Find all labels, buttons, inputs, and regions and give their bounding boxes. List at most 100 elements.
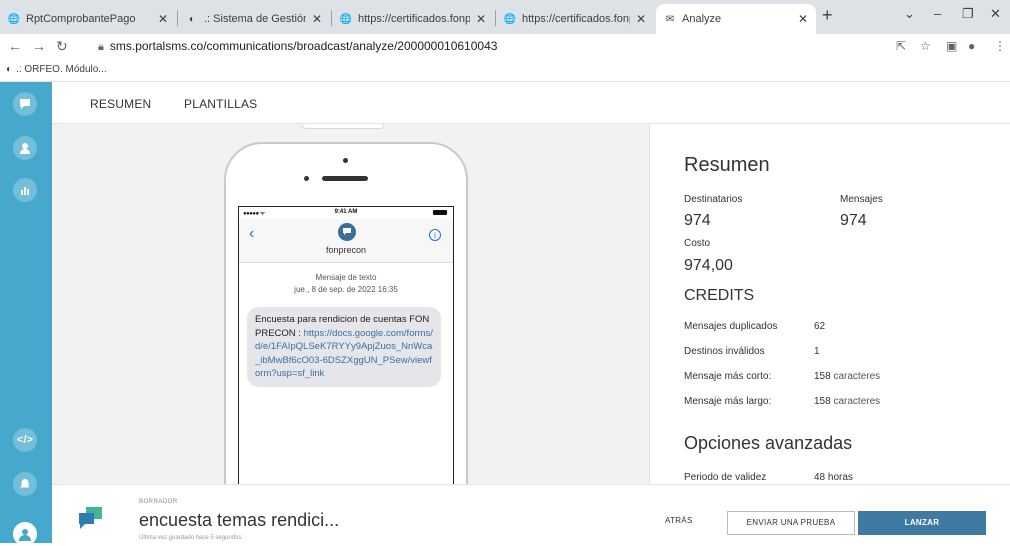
sidepanel-icon[interactable]: ▣ xyxy=(946,39,957,53)
globe-icon: 🌐 xyxy=(7,13,21,25)
lock-icon: 🔒︎ xyxy=(98,41,104,53)
cost-label: Costo xyxy=(684,238,711,249)
tab-title: Analyze xyxy=(682,13,722,25)
messages-label: Mensajes xyxy=(840,194,883,205)
message-preview: ●●●●● ᯤ 9:41 AM ‹ fonprecon i Mensaje de… xyxy=(52,124,650,484)
phone-screen: ●●●●● ᯤ 9:41 AM ‹ fonprecon i Mensaje de… xyxy=(238,206,454,484)
bookmark-label: .: ORFEO. Módulo... xyxy=(16,64,107,75)
advanced-options-title: Opciones avanzadas xyxy=(684,433,853,453)
restore-icon[interactable]: ❐ xyxy=(962,6,974,22)
share-icon[interactable]: ⇱ xyxy=(896,39,906,53)
summary-title: Resumen xyxy=(684,154,770,176)
duplicates-value: 62 xyxy=(814,321,825,332)
url-text: sms.portalsms.co/communications/broadcas… xyxy=(109,39,498,53)
tab-title: https://certificados.fonpre xyxy=(358,13,470,25)
campaign-footer: BORRADOR encuesta temas rendici... Últim… xyxy=(52,484,1010,543)
orfeo-icon: ◐ xyxy=(6,64,13,75)
duplicates-label: Mensajes duplicados xyxy=(684,321,778,332)
tab-title: https://certificados.fonpre xyxy=(522,13,630,25)
camera-dot xyxy=(343,158,348,163)
phone-mockup: ●●●●● ᯤ 9:41 AM ‹ fonprecon i Mensaje de… xyxy=(224,142,468,484)
browser-tab-certificados-2[interactable]: 🌐 https://certificados.fonpre ✕ xyxy=(496,4,654,34)
campaign-chat-icon xyxy=(79,507,102,529)
browser-tab-rpt[interactable]: 🌐 RptComprobantePago ✕ xyxy=(0,4,176,34)
phone-status-bar: ●●●●● ᯤ 9:41 AM xyxy=(239,207,453,219)
cost-value: 974,00 xyxy=(684,257,733,274)
shortest-label: Mensaje más corto: xyxy=(684,371,772,382)
url-field[interactable]: 🔒︎ sms.portalsms.co/communications/broadc… xyxy=(98,39,497,54)
invalid-value: 1 xyxy=(814,346,820,357)
contacts-icon[interactable] xyxy=(13,136,37,160)
summary-panel: Resumen Destinatarios 974 Mensajes 974 C… xyxy=(651,124,1010,484)
close-icon[interactable]: ✕ xyxy=(798,12,808,26)
close-icon[interactable]: ✕ xyxy=(312,12,322,26)
star-icon[interactable]: ☆ xyxy=(920,39,931,53)
forward-arrow-icon[interactable]: → xyxy=(32,38,46,54)
tab-search-icon[interactable]: ⌄ xyxy=(904,6,915,22)
message-date: jue., 8 de sep. de 2022 16:35 xyxy=(294,285,398,294)
reload-icon[interactable]: ↻ xyxy=(56,38,68,55)
globe-icon: 🌐 xyxy=(339,13,353,25)
tab-resumen[interactable]: RESUMEN xyxy=(90,97,151,111)
orfeo-icon: ◐ xyxy=(188,13,196,25)
validity-label: Periodo de validez xyxy=(684,472,767,483)
tab-plantillas[interactable]: PLANTILLAS xyxy=(184,97,257,111)
minimize-icon[interactable]: – xyxy=(934,6,941,21)
close-icon[interactable]: ✕ xyxy=(476,12,486,26)
speaker-slot xyxy=(322,176,368,181)
globe-icon: 🌐 xyxy=(503,13,517,25)
sensor-dot xyxy=(304,176,309,181)
browser-tab-strip: 🌐 RptComprobantePago ✕ ◐ .: Sistema de G… xyxy=(0,0,1010,34)
info-icon: i xyxy=(429,229,441,241)
window-close-icon[interactable]: ✕ xyxy=(990,6,1001,22)
draft-saved-status: Última vez guardado hace 5 segundos xyxy=(139,535,242,541)
row-number: 62 xyxy=(814,321,826,332)
validity-value: 48 horas xyxy=(814,472,853,483)
launch-button[interactable]: LANZAR xyxy=(858,511,986,535)
shortest-value: 158 caracteres xyxy=(814,371,880,382)
back-button[interactable]: ATRÁS xyxy=(665,516,693,525)
message-type: Mensaje de texto xyxy=(315,273,377,282)
campaign-name[interactable]: encuesta temas rendici... xyxy=(139,510,339,531)
address-bar-row: ← → ↻ 🔒︎ sms.portalsms.co/communications/… xyxy=(0,34,1010,60)
longest-value: 158 caracteres xyxy=(814,396,880,407)
credits-label: CREDITS xyxy=(684,287,755,304)
row-number: 158 xyxy=(814,371,831,382)
browser-tab-certificados-1[interactable]: 🌐 https://certificados.fonpre ✕ xyxy=(332,4,494,34)
profile-icon[interactable]: ● xyxy=(968,39,975,53)
close-icon[interactable]: ✕ xyxy=(636,12,646,26)
tab-title: RptComprobantePago xyxy=(26,13,136,25)
mail-icon: ✉ xyxy=(665,13,675,25)
row-unit: caracteres xyxy=(833,371,881,382)
analytics-icon[interactable] xyxy=(13,178,37,202)
send-test-button[interactable]: ENVIAR UNA PRUEBA xyxy=(727,511,855,535)
code-icon[interactable]: </> xyxy=(13,428,37,452)
row-unit: caracteres xyxy=(833,396,881,407)
bookmark-orfeo[interactable]: ◐.: ORFEO. Módulo... xyxy=(6,64,107,75)
app-sidebar: </> xyxy=(0,82,52,546)
row-number: 158 xyxy=(814,396,831,407)
longest-label: Mensaje más largo: xyxy=(684,396,772,407)
contact-header: ‹ fonprecon i xyxy=(239,219,453,263)
messages-value: 974 xyxy=(840,212,867,229)
back-chevron-icon: ‹ xyxy=(249,225,255,242)
back-arrow-icon[interactable]: ← xyxy=(8,38,22,54)
recipients-value: 974 xyxy=(684,212,711,229)
sms-bubble: Encuesta para rendicion de cuentas FONPR… xyxy=(247,307,441,387)
tab-title: .: Sistema de Gestión Doc xyxy=(204,13,306,25)
user-avatar-icon[interactable] xyxy=(13,522,37,546)
bookmarks-bar: ◐.: ORFEO. Módulo... xyxy=(0,60,1010,82)
menu-dots-icon[interactable]: ⋮ xyxy=(994,39,1006,53)
phone-time: 9:41 AM xyxy=(334,209,358,215)
notifications-icon[interactable] xyxy=(13,472,37,496)
draft-label: BORRADOR xyxy=(139,499,178,505)
chat-icon[interactable] xyxy=(13,92,37,116)
browser-tab-orfeo[interactable]: ◐ .: Sistema de Gestión Doc ✕ xyxy=(178,4,330,34)
invalid-label: Destinos inválidos xyxy=(684,346,765,357)
recipients-label: Destinatarios xyxy=(684,194,743,205)
close-icon[interactable]: ✕ xyxy=(158,12,168,26)
battery-icon xyxy=(433,210,447,215)
new-tab-button[interactable]: + xyxy=(822,5,833,26)
browser-tab-analyze[interactable]: ✉ Analyze ✕ xyxy=(656,4,816,34)
row-number: 1 xyxy=(814,346,820,357)
